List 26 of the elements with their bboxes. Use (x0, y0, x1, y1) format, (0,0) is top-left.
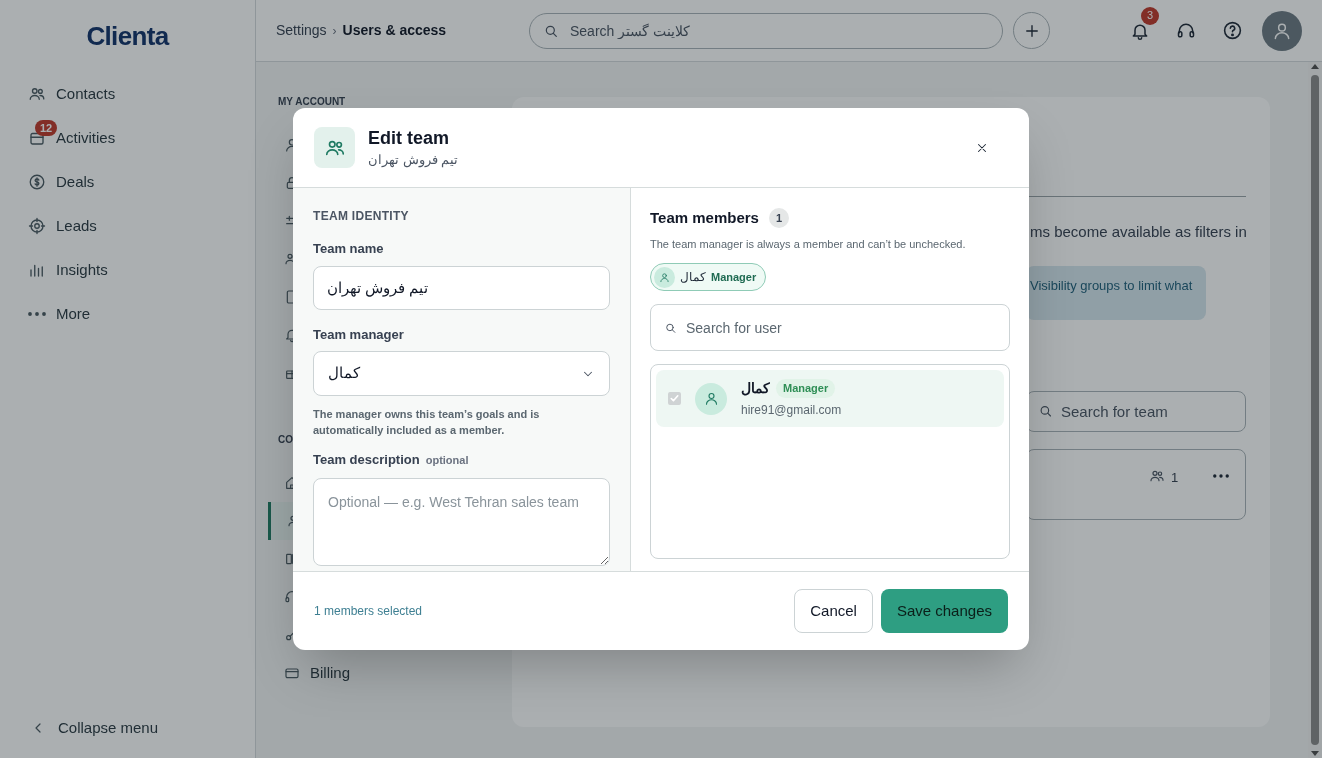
info-text: Visibility groups to limit what (1030, 276, 1193, 295)
help-text: The team manager is always a member and can’t be unchecked. (650, 236, 967, 252)
role-badge: Manager (776, 379, 836, 398)
count-badge: 3 (1141, 6, 1159, 25)
selection-count: 1 members selected (314, 603, 424, 620)
field-label: Team name (313, 240, 385, 258)
role-label: Manager (711, 269, 757, 285)
field-label: Team manager (313, 325, 405, 344)
count-badge: 12 (35, 120, 58, 136)
field-label: Team description (313, 451, 420, 469)
member-count: 1 (1171, 468, 1180, 487)
count-badge: 1 (768, 208, 789, 229)
optional-label: optional (425, 453, 469, 468)
user-name: کمال (741, 379, 770, 398)
section-heading: CO (278, 433, 293, 447)
dialog-subtitle: تیم فروش تهران (368, 150, 460, 170)
dialog-title: Edit team (368, 126, 451, 150)
user-email: hire91@gmail.com (741, 402, 842, 419)
description-text: ms become available as filters in (1030, 222, 1247, 242)
section-heading: MY ACCOUNT (278, 95, 346, 109)
help-text: The manager owns this team’s goals and is automatically included as a member. (313, 407, 541, 438)
section-heading: TEAM IDENTITY (313, 208, 410, 225)
logo: Clienta (86, 19, 169, 53)
chip-name: کمال (680, 269, 706, 286)
section-title: Team members (650, 208, 759, 228)
breadcrumb-separator: › (332, 22, 337, 40)
